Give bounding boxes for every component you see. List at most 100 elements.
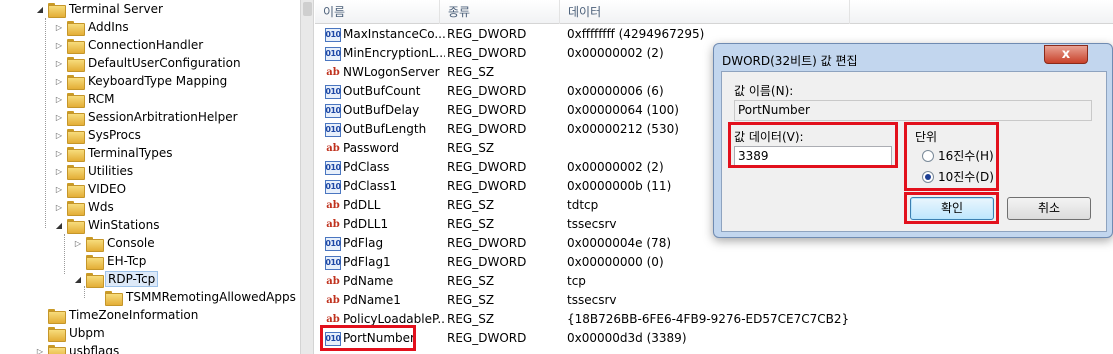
- folder-icon: [67, 164, 85, 180]
- collapse-arrow-icon[interactable]: ◢: [72, 275, 84, 284]
- dword-value-icon: 010: [325, 27, 341, 42]
- folder-icon: [105, 290, 123, 306]
- collapse-arrow-icon[interactable]: ◢: [34, 5, 46, 14]
- value-data: tcp: [567, 274, 586, 288]
- value-type: REG_SZ: [447, 65, 495, 79]
- folder-icon: [67, 74, 85, 90]
- expand-arrow-icon[interactable]: ▷: [72, 239, 84, 248]
- value-name: Password: [343, 141, 400, 155]
- list-row[interactable]: 010 MaxInstanceCo... REG_DWORD 0xffffffff…: [315, 25, 1113, 44]
- string-value-icon: ab: [326, 66, 340, 78]
- tree-item-tsmmremotingallowedapps[interactable]: TSMMRemotingAllowedApps: [91, 288, 298, 306]
- value-name: MaxInstanceCo...: [343, 27, 445, 41]
- tree-item-winstations[interactable]: ◢ WinStations: [53, 216, 161, 234]
- value-type: REG_DWORD: [447, 27, 527, 41]
- value-name: PdClass1: [343, 179, 398, 193]
- value-type: REG_SZ: [447, 274, 495, 288]
- list-row[interactable]: ab PolicyLoadableP... REG_SZ {18B726BB-6F…: [315, 310, 1113, 329]
- value-data: tssecsrv: [567, 293, 617, 307]
- column-header-type[interactable]: 종류: [440, 0, 560, 24]
- dword-value-icon: 010: [325, 179, 341, 194]
- tree-item-terminaltypes[interactable]: ▷ TerminalTypes: [53, 144, 175, 162]
- value-data: 0x00000d3d (3389): [567, 331, 687, 345]
- string-value-icon: ab: [326, 142, 340, 154]
- tree-item-keyboardtype-mapping[interactable]: ▷ KeyboardType Mapping: [53, 72, 229, 90]
- expand-arrow-icon[interactable]: ▷: [53, 95, 65, 104]
- string-value-icon: ab: [326, 275, 340, 287]
- value-type: REG_DWORD: [447, 179, 527, 193]
- tree-item-timezoneinformation[interactable]: TimeZoneInformation: [34, 306, 200, 324]
- folder-icon: [67, 110, 85, 126]
- value-name: PdClass: [343, 160, 390, 174]
- registry-tree[interactable]: ◢ Terminal Server ▷ AddIns ▷ ConnectionH…: [0, 0, 300, 354]
- expand-arrow-icon[interactable]: ▷: [53, 23, 65, 32]
- expand-arrow-icon[interactable]: ▷: [53, 149, 65, 158]
- tree-item-ubpm[interactable]: Ubpm: [34, 324, 107, 342]
- close-button[interactable]: x: [1044, 45, 1088, 64]
- edit-dword-dialog: DWORD(32비트) 값 편집 x 값 이름(N): PortNumber 값…: [713, 43, 1113, 238]
- tree-item-sysprocs[interactable]: ▷ SysProcs: [53, 126, 143, 144]
- expand-arrow-icon[interactable]: ▷: [53, 113, 65, 122]
- tree-item-addins[interactable]: ▷ AddIns: [53, 18, 131, 36]
- list-row[interactable]: ab PdName1 REG_SZ tssecsrv: [315, 291, 1113, 310]
- tree-item-console[interactable]: ▷ Console: [72, 234, 157, 252]
- tree-item-rdp-tcp[interactable]: ◢ RDP-Tcp: [72, 270, 159, 288]
- tree-item-terminal-server[interactable]: ◢ Terminal Server: [34, 0, 165, 18]
- list-row-portnumber[interactable]: 010 PortNumber REG_DWORD 0x00000d3d (3389…: [315, 329, 1113, 348]
- value-name: OutBufDelay: [343, 103, 420, 117]
- folder-icon: [67, 182, 85, 198]
- list-row[interactable]: ab PdName REG_SZ tcp: [315, 272, 1113, 291]
- expand-arrow-icon[interactable]: ▷: [53, 185, 65, 194]
- tree-item-rcm[interactable]: ▷ RCM: [53, 90, 116, 108]
- folder-icon: [67, 218, 85, 234]
- expand-arrow-icon[interactable]: ▷: [53, 41, 65, 50]
- expand-arrow-icon[interactable]: ▷: [53, 203, 65, 212]
- column-header-name[interactable]: 이름: [315, 0, 440, 24]
- value-data: {18B726BB-6FE6-4FB9-9276-ED57CE7C7CB2}: [567, 312, 850, 326]
- folder-icon: [67, 20, 85, 36]
- value-type: REG_DWORD: [447, 46, 527, 60]
- tree-item-utilities[interactable]: ▷ Utilities: [53, 162, 135, 180]
- expand-arrow-icon[interactable]: ▷: [34, 347, 46, 354]
- folder-icon: [48, 308, 66, 324]
- cancel-button[interactable]: 취소: [1007, 197, 1091, 220]
- value-type: REG_DWORD: [447, 84, 527, 98]
- tree-item-sessionarbitrationhelper[interactable]: ▷ SessionArbitrationHelper: [53, 108, 240, 126]
- dword-value-icon: 010: [325, 84, 341, 99]
- folder-icon: [67, 56, 85, 72]
- expand-arrow-icon[interactable]: ▷: [53, 77, 65, 86]
- folder-icon: [67, 128, 85, 144]
- tree-guide-line: [64, 234, 65, 274]
- value-name: OutBufCount: [343, 84, 421, 98]
- value-name: PdDLL: [343, 198, 381, 212]
- expand-arrow-icon[interactable]: ▷: [53, 59, 65, 68]
- tree-item-wds[interactable]: ▷ Wds: [53, 198, 116, 216]
- highlight-box-portnumber: [320, 325, 416, 351]
- value-type: REG_DWORD: [447, 160, 527, 174]
- tree-scrollbar[interactable]: [300, 0, 314, 354]
- value-type: REG_DWORD: [447, 331, 527, 345]
- tree-item-video[interactable]: ▷ VIDEO: [53, 180, 128, 198]
- folder-icon: [67, 146, 85, 162]
- value-type: REG_DWORD: [447, 122, 527, 136]
- value-type: REG_DWORD: [447, 236, 527, 250]
- highlight-box-value-data: [728, 122, 898, 168]
- value-name: PdName: [343, 274, 394, 288]
- scrollbar-up-button[interactable]: [303, 2, 312, 16]
- dword-value-icon: 010: [325, 255, 341, 270]
- tree-item-eh-tcp[interactable]: EH-Tcp: [72, 252, 148, 270]
- expand-arrow-icon[interactable]: ▷: [53, 167, 65, 176]
- tree-item-connectionhandler[interactable]: ▷ ConnectionHandler: [53, 36, 205, 54]
- collapse-arrow-icon[interactable]: ◢: [53, 221, 65, 230]
- value-type: REG_SZ: [447, 293, 495, 307]
- expand-arrow-icon[interactable]: ▷: [53, 131, 65, 140]
- value-name: PdFlag1: [343, 255, 391, 269]
- folder-icon: [86, 236, 104, 252]
- column-header-data[interactable]: 데이터: [560, 0, 850, 24]
- tree-item-defaultuserconfiguration[interactable]: ▷ DefaultUserConfiguration: [53, 54, 243, 72]
- string-value-icon: ab: [326, 218, 340, 230]
- string-value-icon: ab: [326, 199, 340, 211]
- tree-item-usbflags[interactable]: ▷ usbflags: [34, 342, 121, 354]
- value-type: REG_SZ: [447, 217, 495, 231]
- list-row[interactable]: 010 PdFlag1 REG_DWORD 0x00000000 (0): [315, 253, 1113, 272]
